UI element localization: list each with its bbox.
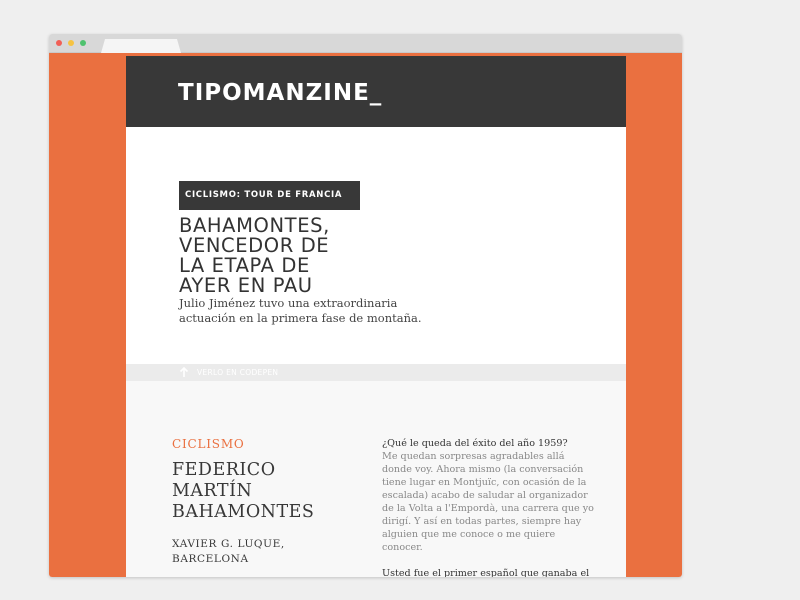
site-logo[interactable]: TIPOMANZINE_ xyxy=(178,80,382,106)
answer-line: escalada) acabo de saludar al organizado… xyxy=(382,490,588,501)
name-line: FEDERICO xyxy=(172,460,276,480)
article-subhead: Julio Jiménez tuvo una extraordinaria ac… xyxy=(179,296,439,326)
byline-line: XAVIER G. LUQUE, xyxy=(172,538,285,550)
answer-line: alguien que me conoce o me quiere xyxy=(382,529,556,540)
answer-line: conocer. xyxy=(382,542,423,553)
close-window-button[interactable] xyxy=(56,40,62,46)
headline-line: BAHAMONTES, xyxy=(179,214,330,237)
byline-line: BARCELONA xyxy=(172,553,249,565)
codepen-link[interactable]: VERLO EN CODEPEN xyxy=(197,368,278,377)
masthead: TIPOMANZINE_ xyxy=(126,56,626,127)
arrow-up-icon xyxy=(179,367,189,377)
interview-text: ¿Qué le queda del éxito del año 1959? Me… xyxy=(382,437,597,577)
browser-chrome xyxy=(49,34,682,53)
section-label: CICLISMO xyxy=(172,437,245,451)
headline-line: VENCEDOR DE xyxy=(179,234,330,257)
interview-question: ¿Qué le queda del éxito del año 1959? xyxy=(382,438,568,449)
interviewee-name: FEDERICO MARTÍN BAHAMONTES xyxy=(172,460,342,523)
codepen-link-bar[interactable]: VERLO EN CODEPEN xyxy=(126,364,626,381)
answer-line: dirigí. Y así en todas partes, siempre h… xyxy=(382,516,582,527)
headline-line: AYER EN PAU xyxy=(179,274,313,297)
browser-window: TIPOMANZINE_ CICLISMO: TOUR DE FRANCIA B… xyxy=(49,34,682,577)
answer-line: Me quedan sorpresas agradables allá xyxy=(382,451,565,462)
answer-line: donde voy. Ahora mismo (la conversación xyxy=(382,464,584,475)
subhead-line: actuación en la primera fase de montaña. xyxy=(179,311,422,325)
magazine-page: TIPOMANZINE_ CICLISMO: TOUR DE FRANCIA B… xyxy=(126,56,626,577)
page-viewport: TIPOMANZINE_ CICLISMO: TOUR DE FRANCIA B… xyxy=(49,53,682,577)
answer-line: tiene lugar en Montjuïc, con ocasión de … xyxy=(382,477,587,488)
interview-question: Usted fue el primer español que ganaba e… xyxy=(382,568,590,577)
answer-line: de la Volta a l'Empordà, una carrera que… xyxy=(382,503,594,514)
author-byline: XAVIER G. LUQUE, BARCELONA xyxy=(172,537,342,567)
interview-answer: Me quedan sorpresas agradables allá dond… xyxy=(382,450,597,554)
article-kicker: CICLISMO: TOUR DE FRANCIA xyxy=(179,181,360,210)
headline-line: LA ETAPA DE xyxy=(179,254,310,277)
maximize-window-button[interactable] xyxy=(80,40,86,46)
article-headline: BAHAMONTES, VENCEDOR DE LA ETAPA DE AYER… xyxy=(179,216,379,296)
feature-section: CICLISMO FEDERICO MARTÍN BAHAMONTES XAVI… xyxy=(126,381,626,577)
name-line: BAHAMONTES xyxy=(172,502,315,522)
name-line: MARTÍN xyxy=(172,481,253,501)
subhead-line: Julio Jiménez tuvo una extraordinaria xyxy=(179,296,398,310)
minimize-window-button[interactable] xyxy=(68,40,74,46)
browser-tab[interactable] xyxy=(101,39,181,53)
